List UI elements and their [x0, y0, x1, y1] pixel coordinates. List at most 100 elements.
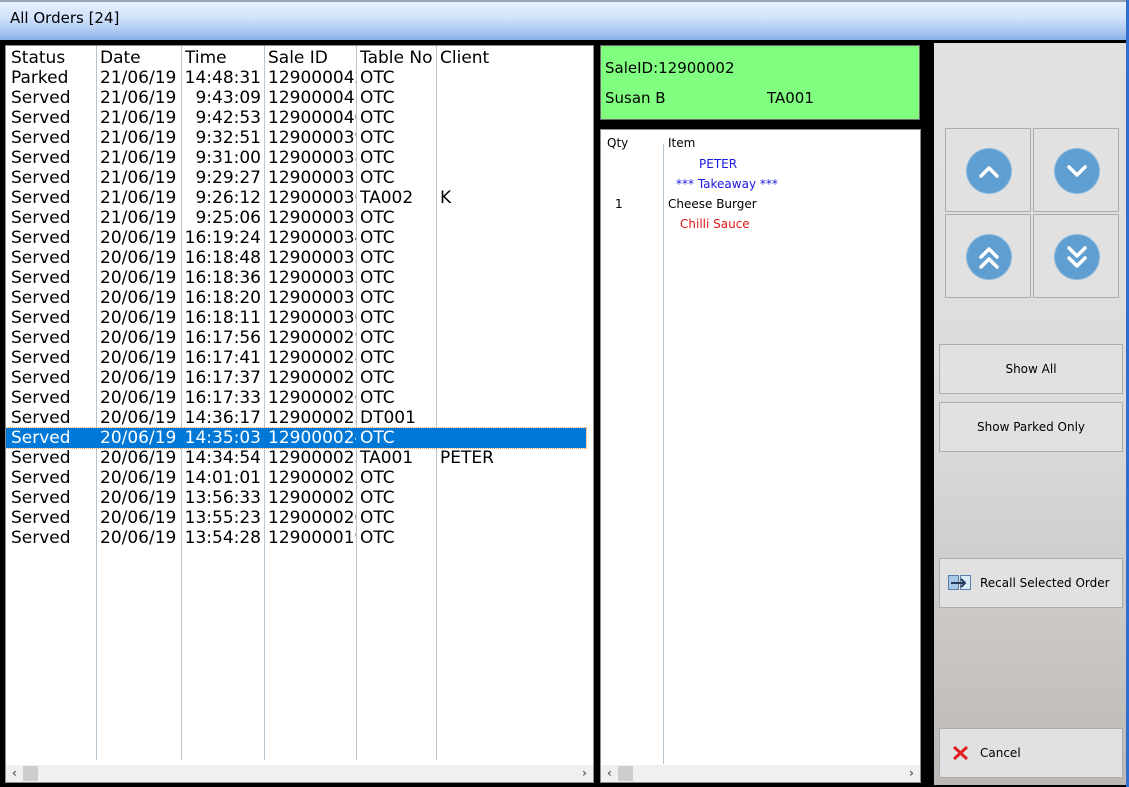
order-cell-time: 9:42:53: [195, 108, 261, 128]
order-cell-status: Served: [11, 508, 71, 528]
order-cell-table-no: DT001: [360, 408, 416, 428]
column-header-time[interactable]: Time: [181, 48, 264, 68]
order-cell-time: 16:17:33: [184, 388, 261, 408]
order-row[interactable]: Served 20/06/19 13:56:33 129000021 OTC: [6, 488, 586, 508]
recall-selected-order-label: Recall Selected Order: [980, 576, 1110, 590]
order-cell-table-no: TA001: [360, 448, 414, 468]
scroll-down-button[interactable]: [1033, 128, 1119, 212]
order-row[interactable]: Served 20/06/19 14:01:01 129000022 OTC: [6, 468, 586, 488]
order-item-line[interactable]: PETER: [601, 154, 920, 174]
order-row[interactable]: Served 20/06/19 16:18:20 129000031 OTC: [6, 288, 586, 308]
recall-selected-order-button[interactable]: Recall Selected Order: [939, 558, 1123, 608]
order-cell-date: 20/06/19: [100, 408, 177, 428]
order-cell-date: 21/06/19: [100, 128, 177, 148]
order-cell-date: 20/06/19: [100, 348, 177, 368]
double-chevron-up-icon: [979, 247, 999, 269]
cancel-button[interactable]: Cancel: [939, 728, 1123, 778]
orders-list[interactable]: Status Date Time Sale ID Table No Client…: [5, 45, 594, 783]
order-cell-sale-id: 129000032: [268, 268, 356, 288]
action-panel: Show All Show Parked Only Recall Selecte…: [934, 43, 1126, 785]
order-cell-status: Served: [11, 108, 71, 128]
order-cell-status: Served: [11, 488, 71, 508]
column-divider: [663, 144, 664, 764]
order-row[interactable]: Served 20/06/19 13:55:23 129000020 OTC: [6, 508, 586, 528]
scroll-left-arrow-icon[interactable]: ‹: [6, 765, 23, 782]
order-cell-client: [436, 428, 586, 448]
column-header-date[interactable]: Date: [96, 48, 181, 68]
items-horizontal-scrollbar[interactable]: ‹ ›: [601, 765, 920, 782]
column-header-sale-id[interactable]: Sale ID: [264, 48, 356, 68]
order-cell-time: 9:31:00: [195, 148, 261, 168]
order-item-line[interactable]: 1 Cheese Burger: [601, 194, 920, 214]
order-row[interactable]: Served 20/06/19 16:17:33 129000026 OTC: [6, 388, 586, 408]
order-cell-client: [436, 528, 586, 548]
scroll-up-button[interactable]: [945, 128, 1031, 212]
column-header-qty: Qty: [607, 136, 629, 150]
orders-horizontal-scrollbar[interactable]: ‹ ›: [6, 765, 593, 782]
server-name: Susan B: [605, 89, 666, 107]
column-header-client[interactable]: Client: [436, 48, 586, 68]
order-row[interactable]: Served 20/06/19 16:17:41 129000028 OTC: [6, 348, 586, 368]
order-cell-table-no: OTC: [360, 308, 395, 328]
order-row[interactable]: Served 20/06/19 16:19:24 129000034 OTC: [6, 228, 586, 248]
order-cell-date: 21/06/19: [100, 68, 177, 88]
order-row[interactable]: Served 20/06/19 16:18:48 129000033 OTC: [6, 248, 586, 268]
order-cell-date: 20/06/19: [100, 388, 177, 408]
order-row[interactable]: Served 20/06/19 14:35:03 129000024 OTC: [6, 427, 587, 449]
order-cell-table-no: OTC: [360, 508, 395, 528]
page-up-button[interactable]: [945, 214, 1031, 298]
order-cell-client: [436, 208, 586, 228]
order-row[interactable]: Served 20/06/19 16:18:11 129000030 OTC: [6, 308, 586, 328]
show-parked-only-button[interactable]: Show Parked Only: [939, 402, 1123, 452]
order-cell-date: 21/06/19: [100, 208, 177, 228]
order-cell-time: 13:56:33: [184, 488, 261, 508]
scroll-right-arrow-icon[interactable]: ›: [576, 765, 593, 782]
order-cell-time: 9:43:09: [195, 88, 261, 108]
order-cell-table-no: OTC: [360, 68, 395, 88]
order-cell-table-no: OTC: [360, 288, 395, 308]
order-cell-time: 16:18:48: [184, 248, 261, 268]
order-row[interactable]: Served 20/06/19 14:36:17 129000025 DT001: [6, 408, 586, 428]
order-cell-client: [436, 148, 586, 168]
title-bar: All Orders [24]: [0, 0, 1126, 40]
order-row[interactable]: Served 20/06/19 16:17:37 129000027 OTC: [6, 368, 586, 388]
order-cell-sale-id: 129000027: [268, 368, 356, 388]
order-cell-status: Served: [11, 308, 71, 328]
page-down-button[interactable]: [1033, 214, 1119, 298]
order-row[interactable]: Served 20/06/19 14:34:54 129000023 TA001 PETE…: [6, 448, 586, 468]
order-row[interactable]: Served 21/06/19 9:42:53 129000040 OTC: [6, 108, 586, 128]
scroll-right-arrow-icon[interactable]: ›: [903, 765, 920, 782]
order-row[interactable]: Parked 21/06/19 14:48:31 129000042 OTC: [6, 68, 586, 88]
column-header-status[interactable]: Status: [6, 48, 96, 68]
order-row[interactable]: Served 21/06/19 9:43:09 129000041 OTC: [6, 88, 586, 108]
order-cell-status: Served: [11, 388, 71, 408]
scrollbar-thumb[interactable]: [618, 766, 633, 781]
order-cell-sale-id: 129000030: [268, 308, 356, 328]
order-row[interactable]: Served 21/06/19 9:31:00 129000038 OTC: [6, 148, 586, 168]
order-cell-table-no: OTC: [360, 368, 395, 388]
order-row[interactable]: Served 21/06/19 9:25:06 129000035 OTC: [6, 208, 586, 228]
order-row[interactable]: Served 21/06/19 9:26:12 129000036 TA002 K: [6, 188, 586, 208]
order-cell-table-no: OTC: [360, 488, 395, 508]
order-cell-time: 13:54:28: [184, 528, 261, 548]
order-row[interactable]: Served 20/06/19 16:17:56 129000029 OTC: [6, 328, 586, 348]
show-all-button[interactable]: Show All: [939, 344, 1123, 394]
order-cell-sale-id: 129000021: [268, 488, 356, 508]
close-icon: [952, 745, 969, 761]
order-row[interactable]: Served 20/06/19 16:18:36 129000032 OTC: [6, 268, 586, 288]
table-number: TA001: [767, 89, 814, 107]
scrollbar-thumb[interactable]: [23, 766, 38, 781]
order-item-line[interactable]: Chilli Sauce: [601, 214, 920, 234]
order-items-list[interactable]: Qty Item PETER *** Takeaway *** 1 Cheese Bu…: [600, 129, 921, 783]
order-row[interactable]: Served 20/06/19 13:54:28 129000019 OTC: [6, 528, 586, 548]
order-row[interactable]: Served 21/06/19 9:32:51 129000039 OTC: [6, 128, 586, 148]
order-row[interactable]: Served 21/06/19 9:29:27 129000037 OTC: [6, 168, 586, 188]
order-cell-sale-id: 129000037: [268, 168, 356, 188]
order-cell-time: 9:29:27: [195, 168, 261, 188]
column-header-table-no[interactable]: Table No: [356, 48, 436, 68]
order-item-line[interactable]: *** Takeaway ***: [601, 174, 920, 194]
order-cell-date: 20/06/19: [100, 468, 177, 488]
scroll-left-arrow-icon[interactable]: ‹: [601, 765, 618, 782]
order-cell-date: 20/06/19: [100, 328, 177, 348]
recall-arrow-icon: [948, 575, 971, 590]
